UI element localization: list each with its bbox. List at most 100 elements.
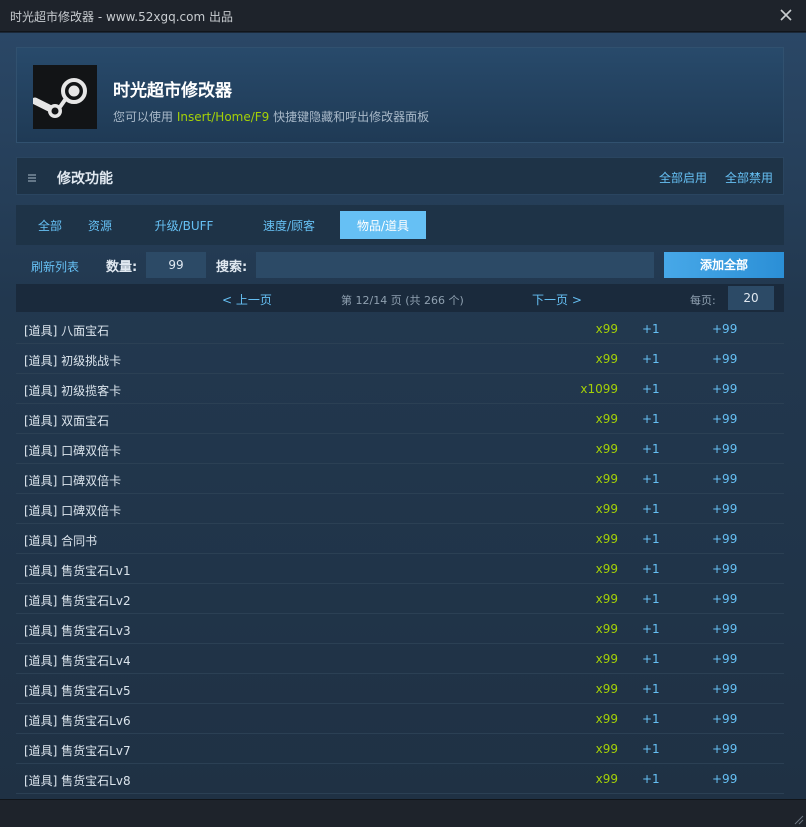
add-one-button[interactable]: +1 [642,502,660,516]
refresh-list-button[interactable]: 刷新列表 [31,258,79,275]
add-99-button[interactable]: +99 [712,652,737,666]
item-amount-button[interactable]: x99 [596,622,618,636]
prev-page-button[interactable]: < 上一页 [222,291,272,308]
add-one-button[interactable]: +1 [642,742,660,756]
search-input[interactable] [256,252,654,278]
tab-speed-customers[interactable]: 速度/顾客 [252,211,326,239]
item-name: [道具] 口碑双倍卡 [24,444,122,458]
item-name: [道具] 售货宝石Lv8 [24,774,131,788]
add-all-button[interactable]: 添加全部 [664,252,784,278]
search-label: 搜索: [216,260,248,275]
item-amount-button[interactable]: x1099 [580,382,618,396]
item-amount-button[interactable]: x99 [596,682,618,696]
quantity-input[interactable] [146,252,206,278]
item-name: [道具] 售货宝石Lv7 [24,744,131,758]
add-one-button[interactable]: +1 [642,622,660,636]
table-row: [道具] 售货宝石Lv6 x99 +1 +99 [16,704,784,734]
tab-resources[interactable]: 资源 [78,211,122,239]
item-name: [道具] 口碑双倍卡 [24,474,122,488]
add-99-button[interactable]: +99 [712,472,737,486]
add-99-button[interactable]: +99 [712,382,737,396]
tab-all[interactable]: 全部 [28,211,72,239]
table-row: [道具] 售货宝石Lv8 x99 +1 +99 [16,764,784,794]
add-one-button[interactable]: +1 [642,412,660,426]
add-one-button[interactable]: +1 [642,562,660,576]
menu-icon [27,172,37,182]
add-99-button[interactable]: +99 [712,412,737,426]
item-amount-button[interactable]: x99 [596,472,618,486]
item-name: [道具] 初级揽客卡 [24,384,122,398]
tab-upgrade-buff[interactable]: 升级/BUFF [144,211,224,239]
add-99-button[interactable]: +99 [712,442,737,456]
item-amount-button[interactable]: x99 [596,652,618,666]
item-name: [道具] 售货宝石Lv3 [24,624,131,638]
item-amount-button[interactable]: x99 [596,562,618,576]
table-row: [道具] 售货宝石Lv3 x99 +1 +99 [16,614,784,644]
add-one-button[interactable]: +1 [642,442,660,456]
table-row: [道具] 初级揽客卡 x1099 +1 +99 [16,374,784,404]
table-row: [道具] 售货宝石Lv1 x99 +1 +99 [16,554,784,584]
add-one-button[interactable]: +1 [642,382,660,396]
item-name: [道具] 合同书 [24,534,98,548]
item-amount-button[interactable]: x99 [596,592,618,606]
app-name: 时光超市修改器 [113,81,232,101]
add-one-button[interactable]: +1 [642,592,660,606]
per-page-label: 每页: [690,294,716,307]
table-row: [道具] 初级挑战卡 x99 +1 +99 [16,344,784,374]
add-99-button[interactable]: +99 [712,772,737,786]
item-amount-button[interactable]: x99 [596,322,618,336]
item-amount-button[interactable]: x99 [596,442,618,456]
add-one-button[interactable]: +1 [642,532,660,546]
item-amount-button[interactable]: x99 [596,502,618,516]
item-amount-button[interactable]: x99 [596,712,618,726]
add-99-button[interactable]: +99 [712,742,737,756]
close-icon[interactable] [778,7,794,23]
status-bar [0,799,806,827]
item-name: [道具] 售货宝石Lv5 [24,684,131,698]
add-99-button[interactable]: +99 [712,322,737,336]
add-one-button[interactable]: +1 [642,322,660,336]
add-one-button[interactable]: +1 [642,352,660,366]
table-row: [道具] 八面宝石 x99 +1 +99 [16,314,784,344]
add-99-button[interactable]: +99 [712,532,737,546]
add-one-button[interactable]: +1 [642,712,660,726]
disable-all-button[interactable]: 全部禁用 [725,169,773,186]
item-name: [道具] 初级挑战卡 [24,354,122,368]
add-99-button[interactable]: +99 [712,682,737,696]
add-99-button[interactable]: +99 [712,502,737,516]
add-99-button[interactable]: +99 [712,622,737,636]
enable-all-button[interactable]: 全部启用 [659,169,707,186]
add-one-button[interactable]: +1 [642,772,660,786]
item-amount-button[interactable]: x99 [596,772,618,786]
add-99-button[interactable]: +99 [712,592,737,606]
steam-logo-icon [31,65,97,129]
add-one-button[interactable]: +1 [642,472,660,486]
per-page-input[interactable] [728,286,774,310]
add-99-button[interactable]: +99 [712,562,737,576]
pagination-bar: < 上一页 第 12/14 页 (共 266 个) 下一页 > 每页: [16,284,784,312]
item-amount-button[interactable]: x99 [596,742,618,756]
tab-items[interactable]: 物品/道具 [340,211,426,239]
features-section-header: 修改功能 全部启用 全部禁用 [16,157,784,195]
table-row: [道具] 口碑双倍卡 x99 +1 +99 [16,434,784,464]
add-one-button[interactable]: +1 [642,652,660,666]
resize-grip-icon[interactable] [792,813,804,825]
item-amount-button[interactable]: x99 [596,532,618,546]
item-amount-button[interactable]: x99 [596,352,618,366]
desc-suffix: 快捷键隐藏和呼出修改器面板 [269,110,430,124]
add-one-button[interactable]: +1 [642,682,660,696]
table-row: [道具] 合同书 x99 +1 +99 [16,524,784,554]
toolbar: 刷新列表 数量: 搜索: 添加全部 [16,251,784,279]
item-list: [道具] 八面宝石 x99 +1 +99 [道具] 初级挑战卡 x99 +1 +99 [道具] … [16,314,784,794]
add-99-button[interactable]: +99 [712,712,737,726]
quantity-label: 数量: [106,260,138,275]
item-amount-button[interactable]: x99 [596,412,618,426]
add-99-button[interactable]: +99 [712,352,737,366]
section-title: 修改功能 [57,171,113,187]
item-name: [道具] 售货宝石Lv4 [24,654,131,668]
desc-prefix: 您可以使用 [113,110,177,124]
main-panel: 时光超市修改器 您可以使用 Insert/Home/F9 快捷键隐藏和呼出修改器… [0,33,806,799]
app-description: 您可以使用 Insert/Home/F9 快捷键隐藏和呼出修改器面板 [113,108,429,125]
next-page-button[interactable]: 下一页 > [532,291,582,308]
item-name: [道具] 八面宝石 [24,324,110,338]
